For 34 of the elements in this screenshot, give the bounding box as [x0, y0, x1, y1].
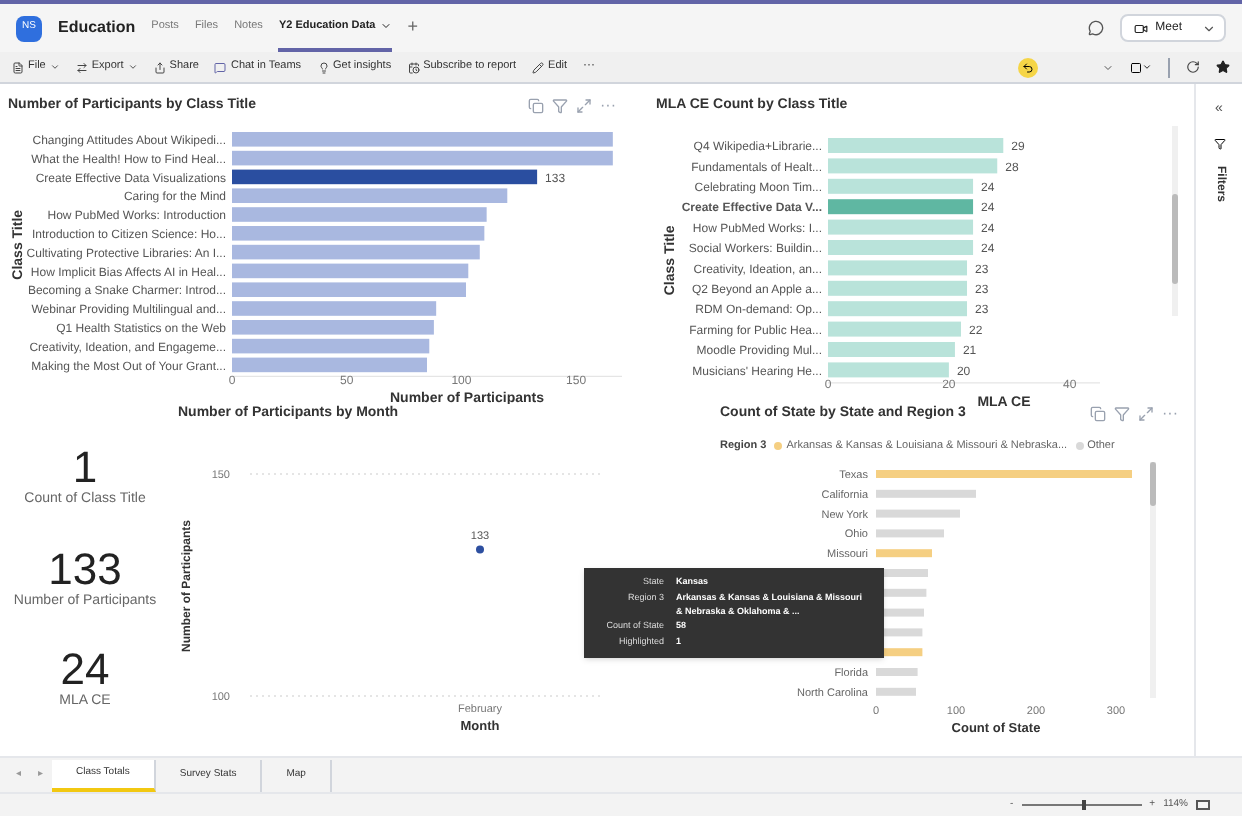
video-camera-icon — [1133, 21, 1148, 35]
filter-icon[interactable] — [1114, 406, 1130, 423]
chat-icon[interactable] — [1087, 20, 1104, 36]
card-value: 24 — [60, 648, 110, 693]
bar[interactable] — [232, 168, 538, 184]
caret-icon[interactable] — [1202, 21, 1216, 35]
zoom-slider-thumb[interactable] — [1081, 800, 1086, 810]
chat-icon — [214, 61, 227, 73]
share-icon — [153, 61, 166, 73]
caret-icon — [127, 62, 138, 72]
filter-icon — [1213, 137, 1225, 149]
copy-icon[interactable] — [528, 98, 544, 115]
refresh-icon[interactable] — [1186, 60, 1200, 74]
data-point[interactable] — [476, 544, 484, 553]
caret-icon — [379, 20, 392, 32]
pencil-icon — [532, 61, 545, 73]
team-name: Education — [58, 16, 136, 40]
filter-icon[interactable] — [552, 98, 568, 115]
star-icon[interactable] — [1216, 60, 1230, 74]
lightbulb-icon — [317, 61, 330, 73]
card-value: 1 — [72, 446, 98, 491]
add-tab-button[interactable]: + — [407, 14, 418, 42]
focus-mode-icon[interactable] — [576, 98, 592, 115]
document-icon — [12, 61, 24, 73]
undo-icon[interactable] — [1018, 57, 1038, 77]
view-icon[interactable] — [1130, 61, 1152, 73]
card-value: 133 — [48, 547, 122, 592]
scrollbar[interactable] — [1172, 125, 1178, 315]
focus-mode-icon[interactable] — [1138, 406, 1154, 423]
arrows-icon — [75, 61, 88, 73]
fit-to-page-icon[interactable] — [1196, 800, 1210, 810]
copy-icon[interactable] — [1090, 406, 1106, 423]
calendar-clock-icon — [407, 61, 420, 73]
caret-icon — [49, 62, 60, 72]
